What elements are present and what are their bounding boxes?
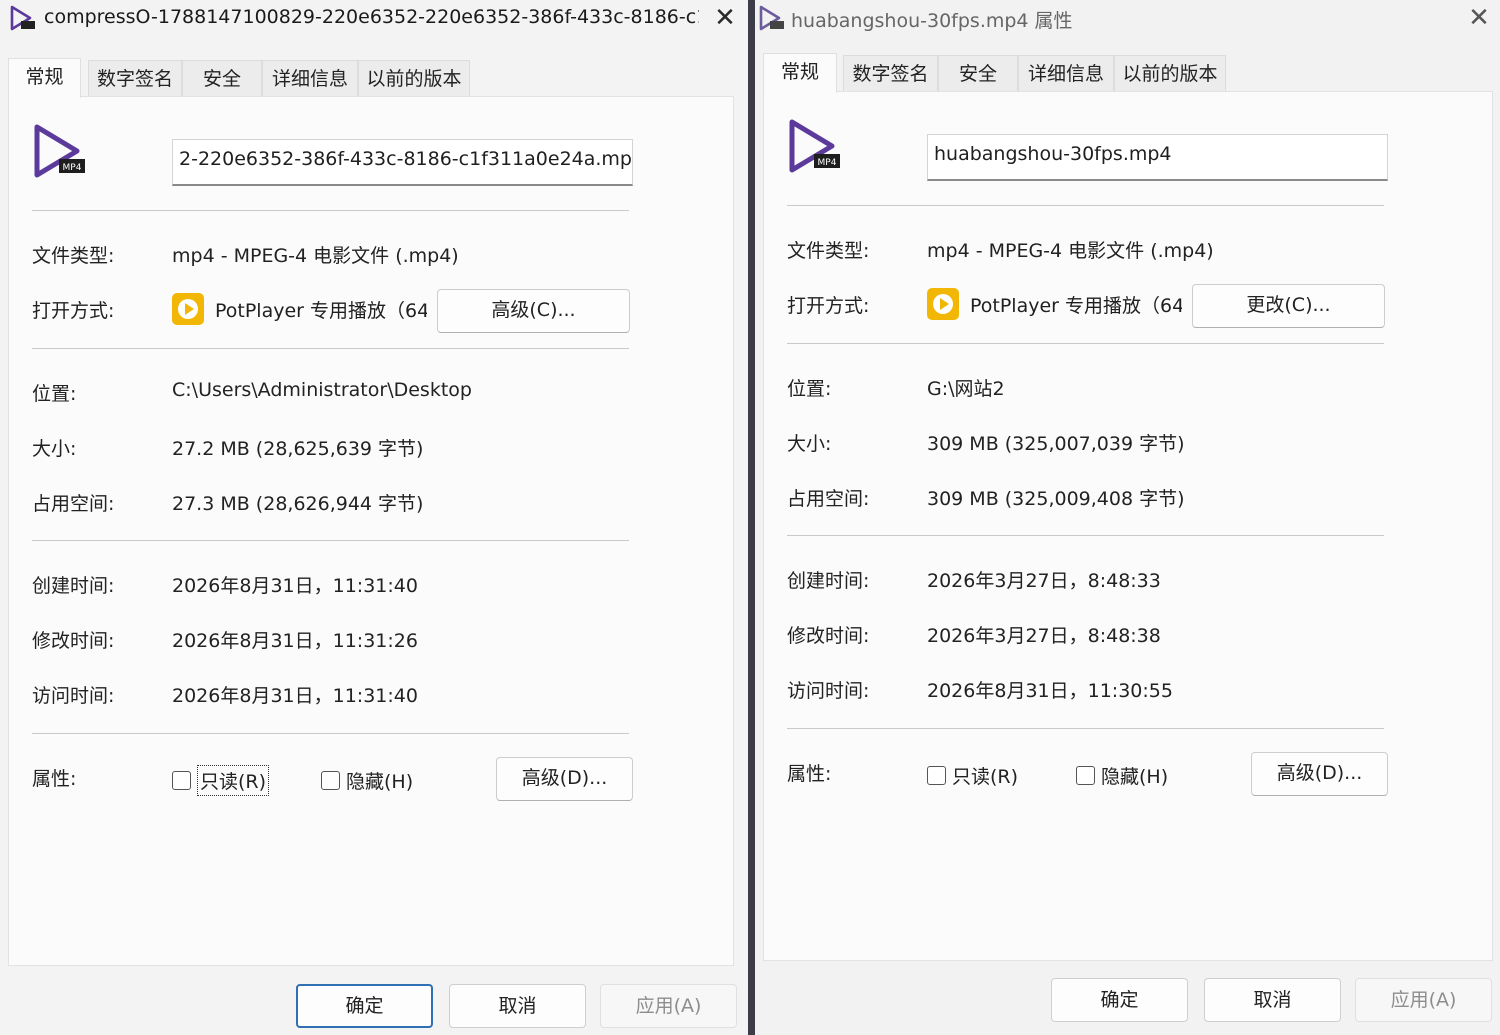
advanced-attributes-button[interactable]: 高级(D)...: [496, 757, 633, 801]
ok-button[interactable]: 确定: [1051, 978, 1188, 1022]
file-type-value: mp4 - MPEG-4 电影文件 (.mp4): [172, 245, 459, 267]
change-app-button[interactable]: 高级(C)...: [437, 289, 630, 333]
tab-general[interactable]: 常规: [763, 53, 837, 93]
close-icon[interactable]: ✕: [710, 4, 740, 34]
mp4-file-icon: [10, 5, 35, 31]
accessed-value: 2026年8月31日，11:30:55: [927, 680, 1173, 702]
location-label: 位置:: [32, 383, 77, 405]
size-on-disk-label: 占用空间:: [32, 493, 115, 515]
size-on-disk-label: 占用空间:: [787, 488, 870, 510]
hidden-checkbox-label: 隐藏(H): [1101, 766, 1169, 788]
file-name-input[interactable]: huabangshou-30fps.mp4: [927, 134, 1388, 181]
tab-previous-versions[interactable]: 以前的版本: [358, 60, 470, 98]
size-on-disk-value: 27.3 MB (28,626,944 字节): [172, 493, 424, 515]
hidden-checkbox[interactable]: 隐藏(H): [321, 767, 413, 794]
tab-security[interactable]: 安全: [938, 55, 1018, 93]
tab-details[interactable]: 详细信息: [262, 60, 358, 98]
cancel-button[interactable]: 取消: [1204, 978, 1341, 1022]
readonly-checkbox[interactable]: 只读(R): [172, 765, 270, 796]
file-name-input[interactable]: 2-220e6352-386f-433c-8186-c1f311a0e24a.m…: [172, 139, 633, 186]
created-label: 创建时间:: [787, 570, 870, 592]
readonly-checkbox-label: 只读(R): [952, 766, 1019, 788]
file-type-label: 文件类型:: [787, 240, 870, 262]
hidden-checkbox-label: 隐藏(H): [346, 771, 414, 793]
location-value: G:\网站2: [927, 378, 1005, 400]
divider: [787, 205, 1384, 206]
mp4-file-icon: MP4: [789, 119, 840, 173]
svg-text:MP4: MP4: [63, 163, 82, 173]
size-value: 309 MB (325,007,039 字节): [927, 433, 1185, 455]
svg-text:MP4: MP4: [818, 158, 837, 168]
change-app-button[interactable]: 更改(C)...: [1192, 284, 1385, 328]
ok-button[interactable]: 确定: [296, 984, 433, 1028]
open-with-label: 打开方式:: [32, 300, 115, 322]
potplayer-icon: [172, 293, 204, 325]
attributes-label: 属性:: [32, 768, 77, 790]
size-label: 大小:: [32, 438, 77, 460]
created-value: 2026年8月31日，11:31:40: [172, 575, 418, 597]
accessed-label: 访问时间:: [32, 685, 115, 707]
close-icon[interactable]: ✕: [1464, 4, 1494, 34]
tab-digital-signatures[interactable]: 数字签名: [88, 60, 182, 98]
divider: [32, 348, 629, 349]
checkbox-box[interactable]: [1076, 766, 1095, 785]
created-label: 创建时间:: [32, 575, 115, 597]
tab-details[interactable]: 详细信息: [1018, 55, 1114, 93]
accessed-value: 2026年8月31日，11:31:40: [172, 685, 418, 707]
accessed-label: 访问时间:: [787, 680, 870, 702]
file-type-value: mp4 - MPEG-4 电影文件 (.mp4): [927, 240, 1214, 262]
divider: [32, 733, 629, 734]
title-bar: compressO-1788147100829-220e6352-220e635…: [0, 0, 748, 38]
size-on-disk-value: 309 MB (325,009,408 字节): [927, 488, 1185, 510]
window-separator: [748, 0, 755, 1035]
open-with-app-name: PotPlayer 专用播放（64: [970, 295, 1182, 317]
general-panel: MP4 huabangshou-30fps.mp4 文件类型: mp4 - MP…: [763, 91, 1493, 961]
readonly-checkbox[interactable]: 只读(R): [927, 762, 1018, 789]
open-with-app-name: PotPlayer 专用播放（64: [215, 300, 427, 322]
checkbox-box[interactable]: [927, 766, 946, 785]
created-value: 2026年3月27日，8:48:33: [927, 570, 1161, 592]
potplayer-icon: [927, 288, 959, 320]
location-value: C:\Users\Administrator\Desktop: [172, 379, 472, 401]
checkbox-box[interactable]: [321, 771, 340, 790]
divider: [32, 210, 629, 211]
divider: [787, 343, 1384, 344]
apply-button[interactable]: 应用(A): [600, 984, 737, 1028]
open-with-label: 打开方式:: [787, 295, 870, 317]
location-label: 位置:: [787, 378, 832, 400]
checkbox-box[interactable]: [172, 771, 191, 790]
window-title: compressO-1788147100829-220e6352-220e635…: [44, 6, 699, 28]
title-bar: huabangshou-30fps.mp4 属性 ✕: [755, 0, 1500, 38]
general-panel: MP4 2-220e6352-386f-433c-8186-c1f311a0e2…: [8, 96, 734, 966]
advanced-attributes-button[interactable]: 高级(D)...: [1251, 752, 1388, 796]
tab-general[interactable]: 常规: [8, 58, 81, 98]
cancel-button[interactable]: 取消: [449, 984, 586, 1028]
tab-security[interactable]: 安全: [182, 60, 262, 98]
readonly-checkbox-label: 只读(R): [197, 765, 270, 796]
modified-value: 2026年3月27日，8:48:38: [927, 625, 1161, 647]
mp4-file-icon: [759, 5, 784, 31]
divider: [32, 540, 629, 541]
properties-dialog-right: huabangshou-30fps.mp4 属性 ✕ 常规 数字签名 安全 详细…: [755, 0, 1500, 1035]
properties-dialog-left: compressO-1788147100829-220e6352-220e635…: [0, 0, 748, 1035]
mp4-file-icon: MP4: [34, 124, 85, 178]
modified-label: 修改时间:: [32, 630, 115, 652]
file-type-label: 文件类型:: [32, 245, 115, 267]
tab-digital-signatures[interactable]: 数字签名: [843, 55, 938, 93]
divider: [787, 728, 1384, 729]
hidden-checkbox[interactable]: 隐藏(H): [1076, 762, 1168, 789]
size-label: 大小:: [787, 433, 832, 455]
tab-previous-versions[interactable]: 以前的版本: [1114, 55, 1226, 93]
modified-value: 2026年8月31日，11:31:26: [172, 630, 418, 652]
window-title: huabangshou-30fps.mp4 属性: [791, 10, 1073, 32]
apply-button[interactable]: 应用(A): [1355, 978, 1492, 1022]
attributes-label: 属性:: [787, 763, 832, 785]
size-value: 27.2 MB (28,625,639 字节): [172, 438, 424, 460]
modified-label: 修改时间:: [787, 625, 870, 647]
divider: [787, 535, 1384, 536]
